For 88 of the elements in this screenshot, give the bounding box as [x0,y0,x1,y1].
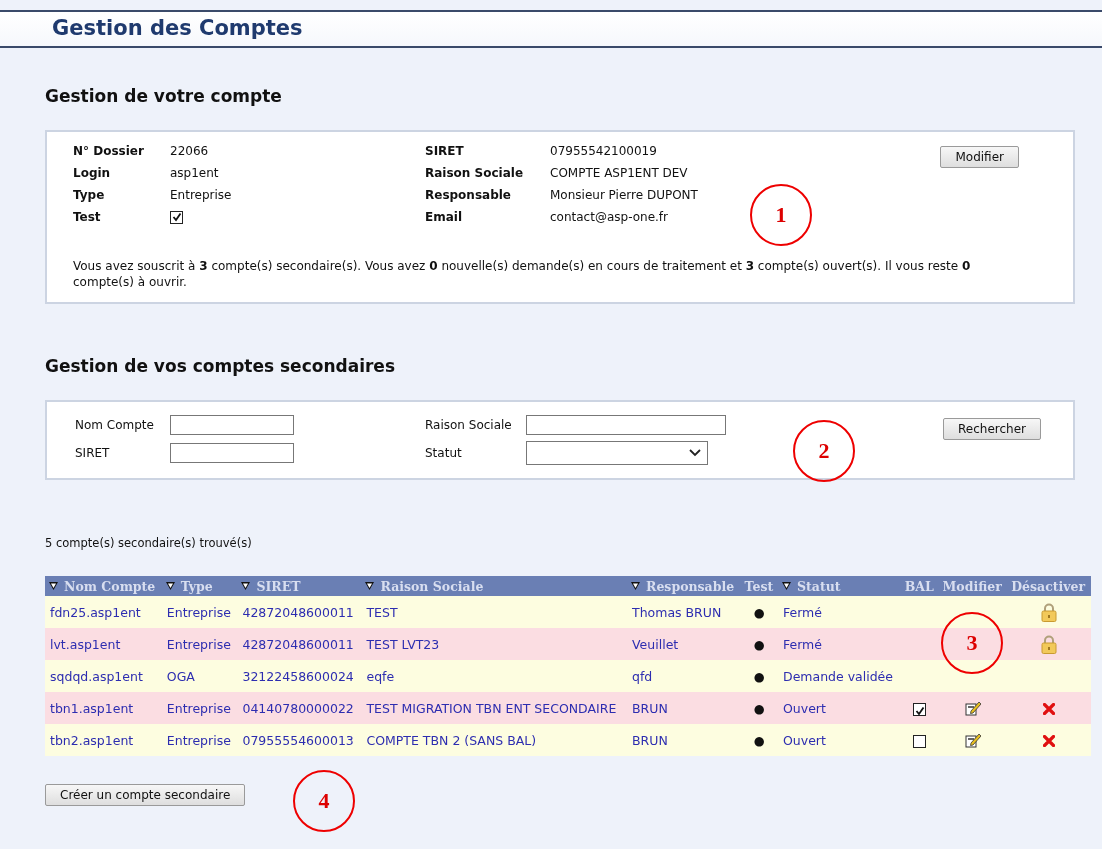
table-cell: COMPTE TBN 2 (SANS BAL) [361,724,627,756]
table-cell: TEST [361,596,627,628]
table-cell: BRUN [627,724,741,756]
table-cell: Demande validée [778,660,901,692]
column-header[interactable]: Raison Sociale [361,576,627,596]
field-label: N° Dossier [73,144,144,158]
field-label: Login [73,166,111,180]
table-cell: Fermé [778,628,901,660]
page-title: Gestion des Comptes [52,16,304,40]
table-cell: 42872048600011 [237,628,362,660]
table-cell: 07955554600013 [237,724,362,756]
field-label: SIRET [425,144,464,158]
field-label: Type [73,188,105,202]
input-field[interactable] [170,415,294,435]
callout-circle: 4 [293,770,355,832]
table-cell: BRUN [627,692,741,724]
table-cell[interactable]: tbn1.asp1ent [45,692,162,724]
table-cell[interactable]: tbn2.asp1ent [45,724,162,756]
sort-icon[interactable] [49,582,58,590]
checkbox[interactable] [913,702,927,716]
field-label: Responsable [425,188,511,202]
table-cell: TEST LVT23 [361,628,627,660]
callout-circle: 3 [941,612,1003,674]
search-button[interactable]: Rechercher [943,418,1041,440]
edit-icon[interactable] [964,700,981,717]
field-value: contact@asp-one.fr [550,210,668,224]
field-value: 07955542100019 [550,144,657,158]
table-cell: 04140780000022 [237,692,362,724]
modify-button[interactable]: Modifier [940,146,1019,168]
input-field[interactable] [170,443,294,463]
column-header[interactable]: Désactiver [1007,576,1091,596]
column-header[interactable]: Type [161,576,238,596]
table-cell: OGA [161,660,238,692]
table-cell: 32122458600024 [237,660,362,692]
table-cell: Ouvert [778,692,901,724]
delete-icon[interactable] [1043,735,1056,747]
sort-icon[interactable] [241,582,251,590]
field-label: Statut [425,446,463,460]
table-cell: Entreprise [161,596,238,628]
summary-text: Vous avez souscrit à 3 compte(s) secondaire(s). Vous avez 0 nouvelle(s) demande(s) en cours de traitement et 3 compte(s) ouvert(s). Il vous reste 0 compte(s) à ouvrir. [73,258,972,290]
table-cell: 42872048600011 [237,596,362,628]
table-cell: Ouvert [778,724,901,756]
section-title: Gestion de votre compte [45,86,283,106]
table-cell: Entreprise [161,692,238,724]
column-header[interactable]: Test [740,576,778,596]
table-cell: Entreprise [161,628,238,660]
table-cell: Veuillet [627,628,741,660]
input-field[interactable] [526,415,726,435]
table-cell[interactable]: sqdqd.asp1ent [45,660,162,692]
column-header[interactable]: Nom Compte [45,576,162,596]
callout-circle: 2 [793,420,855,482]
sort-icon[interactable] [365,582,375,590]
field-label: SIRET [75,446,111,460]
field-value: COMPTE ASP1ENT DEV [550,166,688,180]
field-label: Test [73,210,101,224]
field-value: asp1ent [170,166,219,180]
table-cell: Fermé [778,596,901,628]
field-value: Entreprise [170,188,232,202]
column-header[interactable]: Statut [778,576,901,596]
column-header[interactable]: BAL [900,576,939,596]
table-cell: Entreprise [161,724,238,756]
section-title: Gestion de vos comptes secondaires [45,356,396,376]
column-header[interactable]: Modifier [938,576,1008,596]
table-cell: qfd [627,660,741,692]
caret-icon [689,449,701,457]
field-label: Raison Sociale [425,166,524,180]
column-header[interactable]: Responsable [627,576,741,596]
field-value: 22066 [170,144,209,158]
callout-circle: 1 [750,184,812,246]
field-value: Monsieur Pierre DUPONT [550,188,698,202]
sort-icon[interactable] [782,582,791,590]
table-cell: eqfe [361,660,627,692]
delete-icon[interactable] [1043,703,1056,715]
sort-icon[interactable] [631,582,640,590]
field-label: Nom Compte [75,418,155,432]
field-label: Email [425,210,463,224]
checkbox[interactable] [913,734,927,748]
sort-icon[interactable] [165,582,175,590]
table-cell: TEST MIGRATION TBN ENT SECONDAIRE [361,692,627,724]
result-count: 5 compte(s) secondaire(s) trouvé(s) [45,536,253,550]
column-header[interactable]: SIRET [237,576,362,596]
table-cell[interactable]: fdn25.asp1ent [45,596,162,628]
table-cell[interactable]: lvt.asp1ent [45,628,162,660]
status-dropdown[interactable] [526,441,708,465]
edit-icon[interactable] [964,732,981,749]
field-label: Raison Sociale [425,418,513,432]
table-cell: Thomas BRUN [627,596,741,628]
create-account-button[interactable]: Créer un compte secondaire [45,784,246,806]
